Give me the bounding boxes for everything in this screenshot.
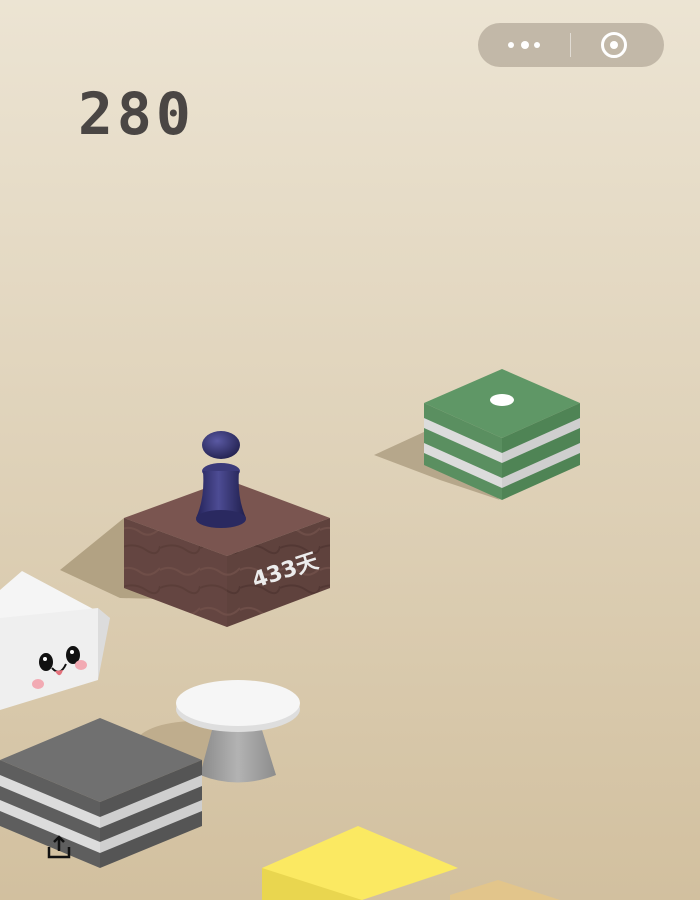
target-dot xyxy=(490,394,514,406)
share-icon[interactable] xyxy=(44,832,74,862)
player-piece xyxy=(196,431,246,528)
mini-program-capsule xyxy=(478,23,664,67)
player-head xyxy=(202,431,240,459)
target-close-icon[interactable] xyxy=(571,23,664,67)
score-counter: 280 xyxy=(78,80,195,148)
more-dots-icon[interactable] xyxy=(478,23,570,67)
